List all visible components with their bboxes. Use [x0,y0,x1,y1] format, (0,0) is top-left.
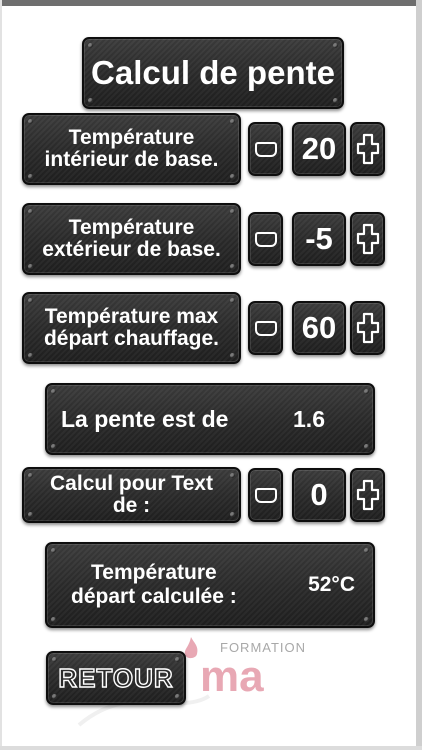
label-line2: extérieur de base. [42,238,221,261]
label-line2: intérieur de base. [44,148,219,171]
status-bar [0,0,422,6]
increment-max-button[interactable] [350,301,385,355]
decrement-interieur-button[interactable] [248,122,283,176]
page-title-text: Calcul de pente [91,54,335,91]
label-temp-max-depart: Température max départ chauffage. [22,292,241,364]
label-line1: Température [68,216,195,239]
calc-label-line2: départ calculée : [71,585,237,608]
decrement-exterieur-button[interactable] [248,212,283,266]
label-calcul-text: Calcul pour Text de : [22,467,241,523]
label-temp-interieur: Température intérieur de base. [22,113,241,185]
value-text: 60 [301,310,337,345]
plus-icon [356,479,379,511]
back-button[interactable]: RETOUR [46,651,186,705]
decrement-max-button[interactable] [248,301,283,355]
value-text: 0 [310,477,328,512]
logo: FORMATION ma [170,632,305,702]
plus-icon [356,312,379,344]
minus-icon [254,141,277,157]
label-temp-exterieur: Température extérieur de base. [22,203,241,275]
label-line1: Calcul pour Text [50,472,213,495]
label-line2: départ chauffage. [43,327,220,350]
increment-interieur-button[interactable] [350,122,385,176]
minus-icon [254,487,277,503]
label-line1: Température max [44,305,219,328]
logo-big-text: ma [200,652,264,701]
decrement-text-button[interactable] [248,468,283,522]
pente-result: La pente est de 1.6 [45,383,375,455]
calc-label-line1: Température [91,561,217,584]
label-line1: Température [68,126,195,149]
calc-value: 52°C [308,573,355,596]
plus-icon [356,223,379,255]
increment-exterieur-button[interactable] [350,212,385,266]
frame-left [0,0,2,750]
value-text: -5 [305,221,333,256]
page-title: Calcul de pente [82,37,344,109]
pente-value: 1.6 [293,405,325,432]
label-line2: de : [112,494,151,517]
increment-text-button[interactable] [350,468,385,522]
minus-icon [254,231,277,247]
plus-icon [356,133,379,165]
value-max: 60 [292,301,346,355]
back-button-label: RETOUR [58,662,174,693]
value-interieur: 20 [292,122,346,176]
value-text: 20 [301,131,337,166]
calculated-result: Température départ calculée : 52°C [45,542,375,628]
pente-label: La pente est de [61,405,229,432]
value-text-ext: 0 [292,468,346,522]
frame-right [416,0,422,750]
value-exterieur: -5 [292,212,346,266]
frame-bottom [0,746,422,750]
minus-icon [254,320,277,336]
